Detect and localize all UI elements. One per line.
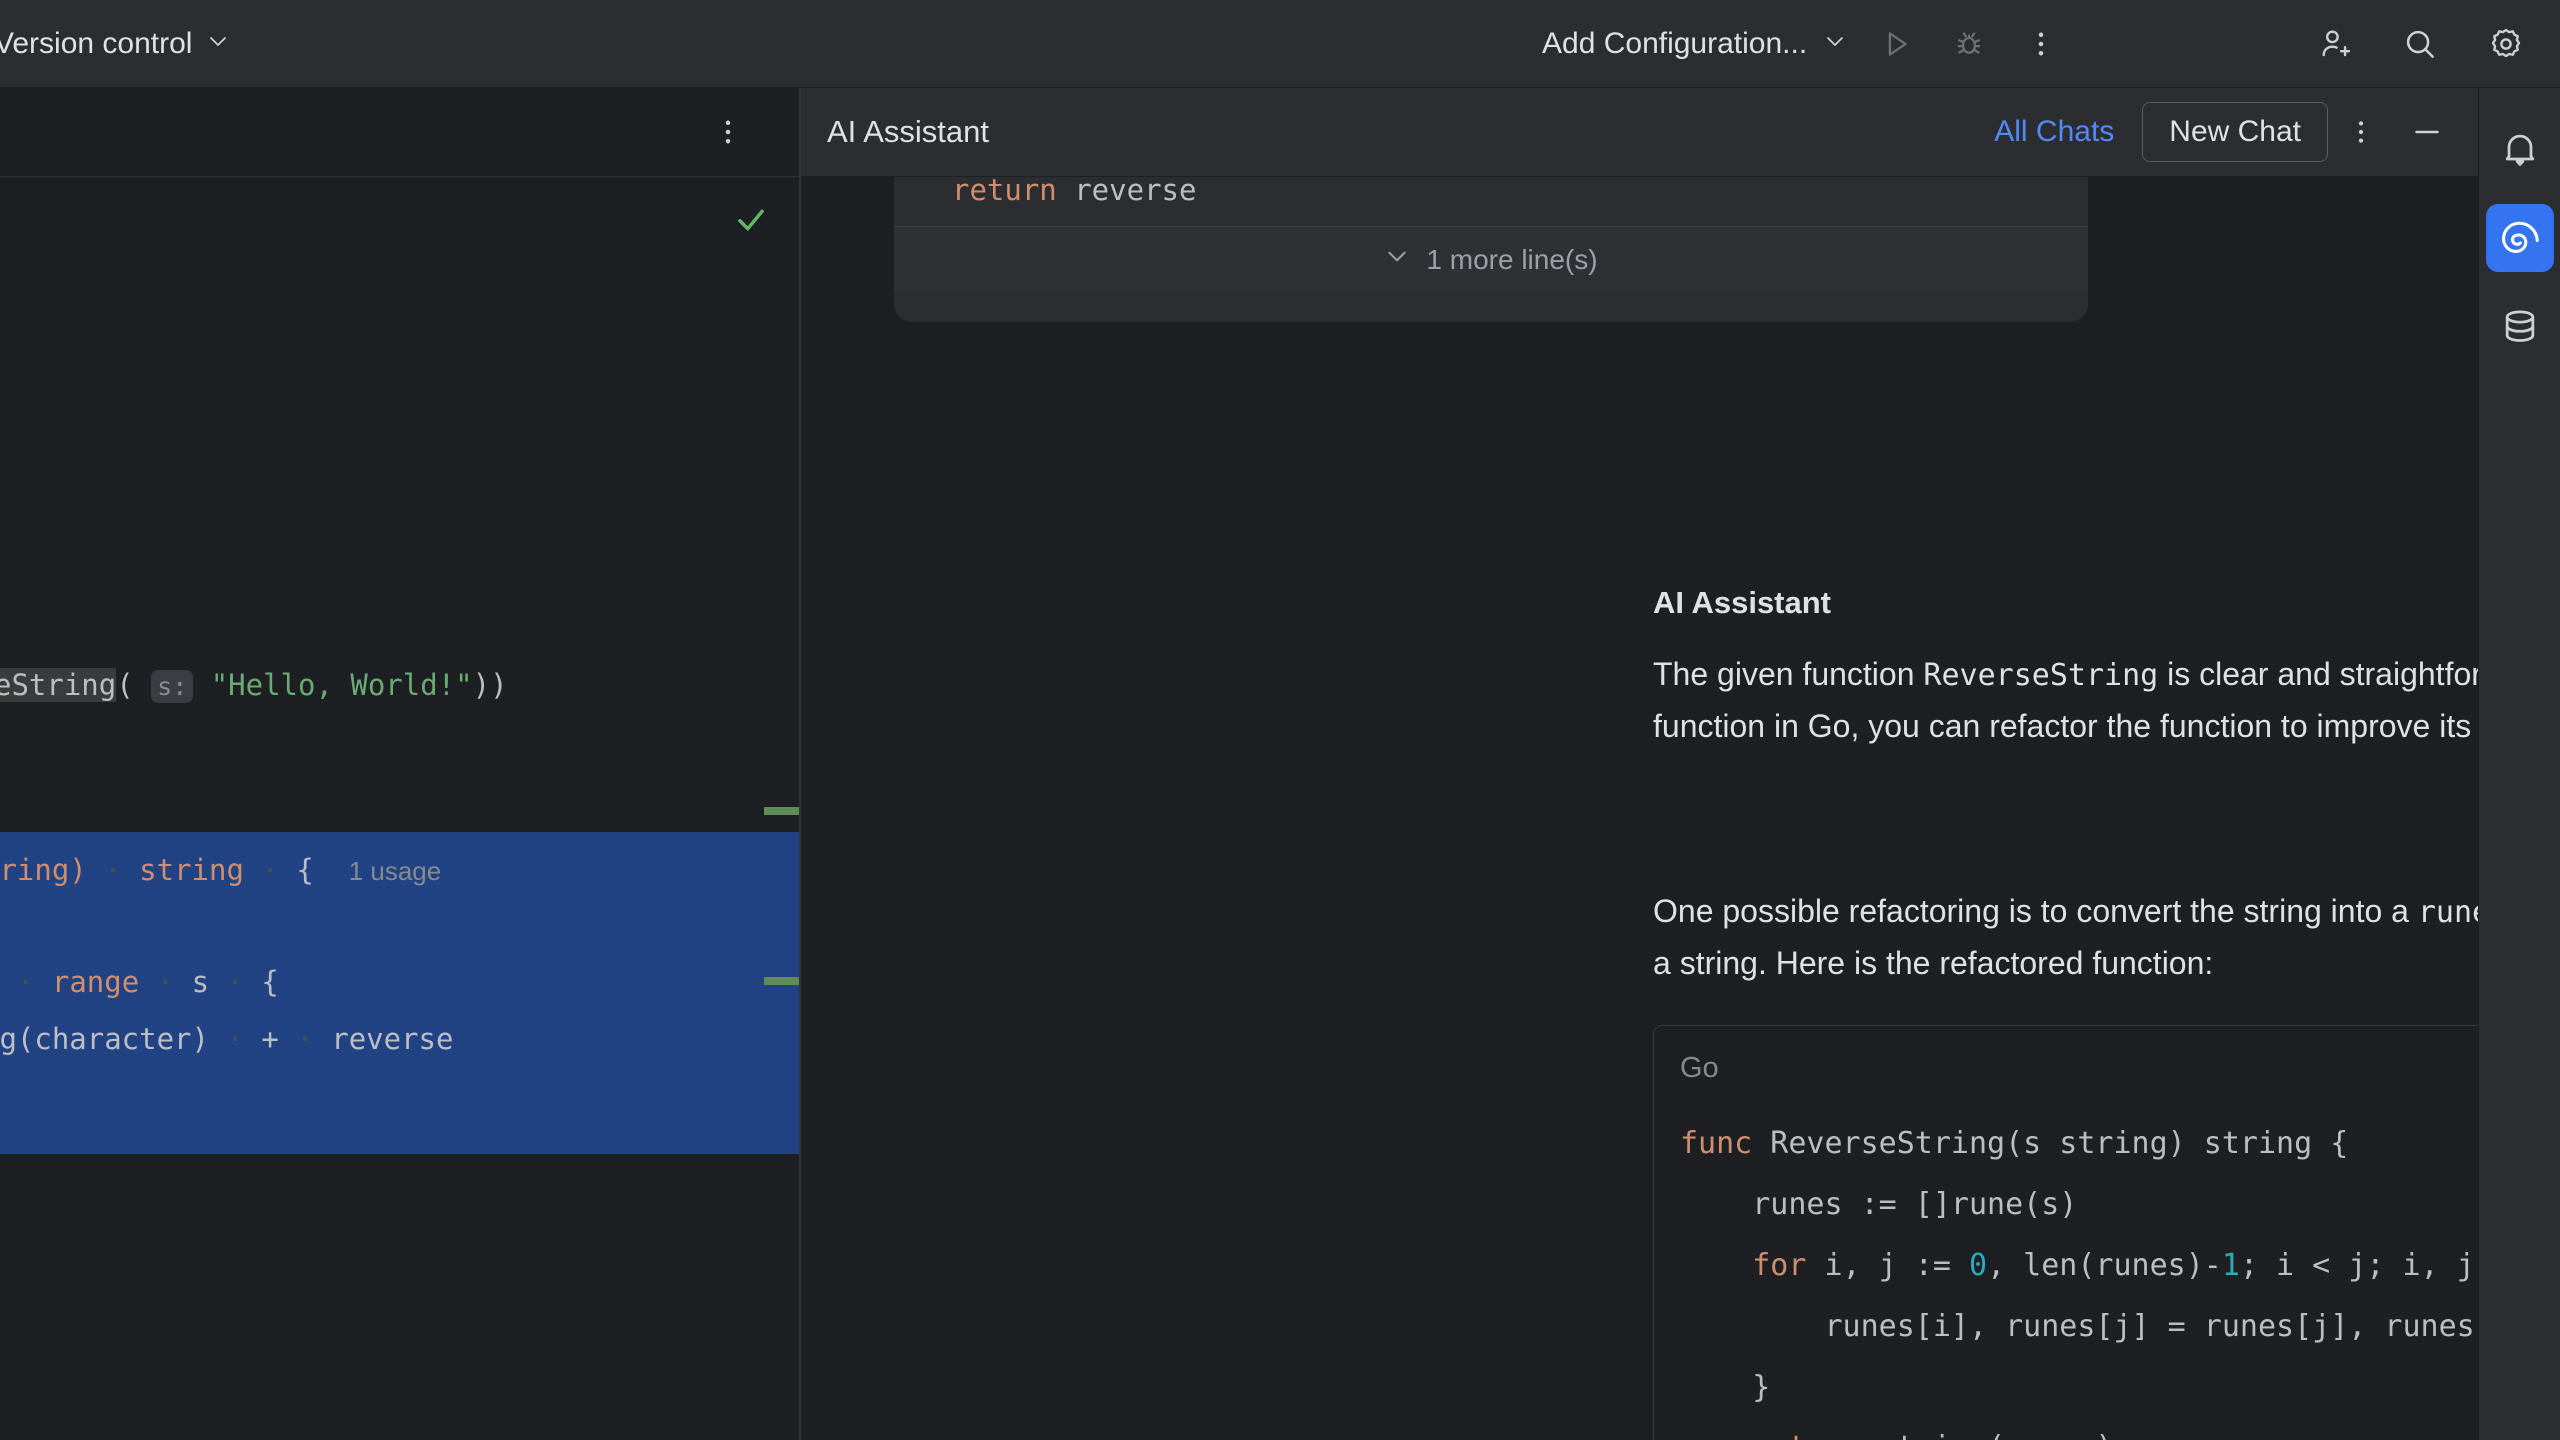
paren-token: )) bbox=[472, 668, 508, 702]
paren-token: ( bbox=[116, 668, 152, 702]
more-vertical-icon[interactable] bbox=[2005, 8, 2077, 80]
paragraph-1-pre: The given function bbox=[1653, 656, 1924, 692]
code-block-language-label: Go bbox=[1680, 1051, 1719, 1084]
brace-token: { bbox=[261, 965, 279, 999]
code-text: , len(runes)- bbox=[1987, 1247, 2222, 1283]
run-configuration-label: Add Configuration... bbox=[1542, 27, 1808, 60]
type-token: tring) bbox=[0, 853, 87, 887]
string-token: "Hello, World!" bbox=[193, 668, 473, 702]
run-widgets: Add Configuration... bbox=[1528, 0, 2077, 88]
more-lines-label: 1 more line(s) bbox=[1426, 243, 1598, 275]
code-text: ReverseString(s string) string { bbox=[1752, 1126, 2349, 1161]
user-message-bubble: return reverse 1 more line(s) bbox=[894, 177, 2088, 323]
code-block-header: Go See Diff and Apply bbox=[1654, 1026, 2478, 1110]
chevron-down-icon bbox=[206, 27, 230, 61]
number-token: 1 bbox=[2221, 1247, 2240, 1283]
code-text: ; i < j; i, j = i+ bbox=[2239, 1247, 2475, 1283]
assistant-paragraph-2: One possible refactoring is to convert t… bbox=[1653, 886, 2478, 990]
expand-more-lines-button[interactable]: 1 more line(s) bbox=[894, 226, 2088, 293]
code-block-content[interactable]: func ReverseString(s string) string { ru… bbox=[1654, 1110, 2478, 1440]
usage-inlay-hint[interactable]: 1 usage bbox=[349, 856, 442, 886]
editor-code-line: eString( s: "Hello, World!")) bbox=[0, 668, 508, 703]
assistant-message-author: AI Assistant bbox=[1653, 585, 1832, 620]
keyword-token: return bbox=[1752, 1430, 1860, 1440]
minimize-icon[interactable] bbox=[2394, 99, 2460, 165]
function-name-token: eString bbox=[0, 668, 117, 702]
editor-code-line: = · range · s · { bbox=[0, 965, 279, 999]
debug-bug-icon[interactable] bbox=[1933, 8, 2005, 80]
inline-code-rune: rune bbox=[2417, 895, 2478, 930]
database-icon[interactable] bbox=[2486, 294, 2554, 362]
identifier-token: reverse bbox=[1056, 177, 1197, 207]
ai-assistant-icon[interactable] bbox=[2485, 204, 2554, 272]
assistant-paragraph-1: The given function ReverseString is clea… bbox=[1653, 649, 2478, 753]
inspection-status-icon[interactable] bbox=[732, 201, 770, 248]
identifier-token: reverse bbox=[331, 1022, 454, 1056]
editor-pane: eString( s: "Hello, World!")) tring) · s… bbox=[0, 88, 800, 1440]
right-tool-rail bbox=[2478, 88, 2560, 1440]
chevron-down-icon bbox=[1823, 27, 1847, 61]
operator-token: + bbox=[261, 1022, 279, 1056]
add-user-icon[interactable] bbox=[2298, 8, 2370, 80]
version-control-widget[interactable]: Version control bbox=[0, 17, 242, 71]
code-text: runes := []rune(s) bbox=[1680, 1186, 2078, 1222]
main-toolbar: Version control Add Configuration... bbox=[0, 0, 2560, 88]
ai-assistant-header: AI Assistant All Chats New Chat bbox=[801, 88, 2478, 177]
editor-code-line: ng(character) · + · reverse bbox=[0, 1025, 453, 1054]
more-vertical-icon[interactable] bbox=[2328, 99, 2394, 165]
editor-code-line: tring) · string · { 1 usage bbox=[0, 856, 441, 885]
new-chat-button[interactable]: New Chat bbox=[2142, 102, 2328, 162]
identifier-token: s bbox=[191, 965, 210, 999]
notifications-icon[interactable] bbox=[2486, 114, 2554, 182]
keyword-token: for bbox=[1752, 1247, 1807, 1283]
ai-assistant-title: AI Assistant bbox=[827, 114, 989, 149]
more-vertical-icon[interactable] bbox=[692, 96, 764, 168]
chevron-down-icon bbox=[1384, 243, 1410, 276]
code-text: runes[i], runes[j] = runes[j], runes[i] bbox=[1680, 1308, 2478, 1344]
run-configuration-selector[interactable]: Add Configuration... bbox=[1528, 16, 1861, 72]
ai-header-actions: All Chats New Chat bbox=[1976, 99, 2478, 165]
bubble-code-line: return reverse bbox=[894, 177, 2088, 210]
run-play-icon[interactable] bbox=[1861, 8, 1933, 80]
ai-chat-scroll-area[interactable]: return reverse 1 more line(s) AI Assista… bbox=[801, 177, 2478, 1440]
code-text: string(runes) bbox=[1861, 1430, 2114, 1440]
parameter-hint-chip: s: bbox=[151, 670, 194, 703]
search-icon[interactable] bbox=[2384, 8, 2456, 80]
type-token: string bbox=[139, 853, 244, 887]
code-text: } bbox=[1680, 1369, 1771, 1405]
version-control-label: Version control bbox=[0, 26, 193, 60]
all-chats-link[interactable]: All Chats bbox=[1976, 115, 2132, 149]
keyword-token: func bbox=[1680, 1126, 1753, 1161]
call-token: ng(character) bbox=[0, 1022, 209, 1056]
code-text: i, j := bbox=[1806, 1247, 1969, 1283]
gutter-marker bbox=[764, 977, 800, 985]
editor-text-area[interactable]: eString( s: "Hello, World!")) tring) · s… bbox=[0, 177, 800, 1440]
assistant-code-block: Go See Diff and Apply bbox=[1653, 1025, 2478, 1440]
toolbar-right-icons bbox=[2298, 0, 2542, 88]
number-token: 0 bbox=[1969, 1247, 1988, 1283]
editor-tabbar bbox=[0, 88, 800, 177]
keyword-token: return bbox=[952, 177, 1057, 207]
keyword-token: range bbox=[51, 965, 140, 999]
paragraph-2-pre: One possible refactoring is to convert t… bbox=[1653, 893, 2418, 929]
ai-assistant-pane: AI Assistant All Chats New Chat return r… bbox=[801, 88, 2478, 1440]
gear-icon[interactable] bbox=[2470, 8, 2542, 80]
inline-code-reversestring: ReverseString bbox=[1923, 658, 2159, 693]
brace-token: { bbox=[296, 853, 314, 887]
gutter-marker bbox=[764, 807, 800, 815]
